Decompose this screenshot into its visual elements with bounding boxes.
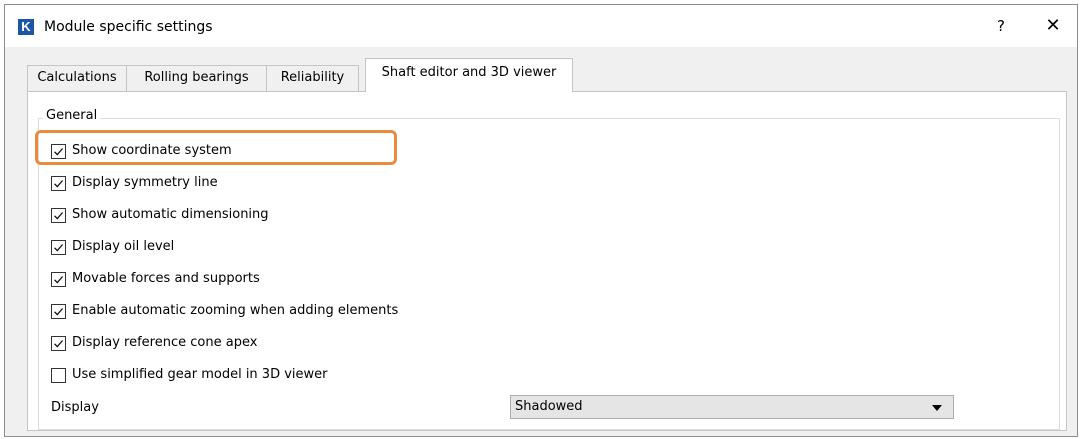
tab-rolling-bearings[interactable]: Rolling bearings <box>126 65 267 91</box>
tab-bar: Calculations Rolling bearings Reliabilit… <box>27 58 1067 92</box>
show-coordinate-system-checkbox[interactable]: Show coordinate system <box>51 141 232 161</box>
display-mode-value: Shadowed <box>515 399 583 414</box>
checkbox-checked-icon[interactable] <box>51 207 66 223</box>
close-button[interactable]: ✕ <box>1041 14 1065 38</box>
general-group-legend: General <box>43 107 101 125</box>
checkbox-label: Enable automatic zooming when adding ele… <box>72 303 399 318</box>
checkbox-checked-icon[interactable] <box>51 303 66 319</box>
tab-shaft-editor-3d-viewer[interactable]: Shaft editor and 3D viewer <box>365 58 573 92</box>
checkbox-label: Display oil level <box>72 239 175 254</box>
app-logo-icon: K <box>18 19 34 35</box>
dropdown-arrow-icon[interactable] <box>932 405 942 411</box>
dialog-title: Module specific settings <box>44 19 213 35</box>
checkbox-checked-icon[interactable] <box>51 175 66 191</box>
tab-panel: General Show coordinate system Display s… <box>27 91 1067 431</box>
checkbox-label: Use simplified gear model in 3D viewer <box>72 367 328 382</box>
checkbox-label: Display symmetry line <box>72 175 218 190</box>
show-automatic-dimensioning-checkbox[interactable]: Show automatic dimensioning <box>51 205 269 225</box>
movable-forces-supports-checkbox[interactable]: Movable forces and supports <box>51 269 260 289</box>
use-simplified-gear-model-checkbox[interactable]: Use simplified gear model in 3D viewer <box>51 365 328 385</box>
display-symmetry-line-checkbox[interactable]: Display symmetry line <box>51 173 218 193</box>
title-bar: K Module specific settings ? ✕ <box>5 5 1077 47</box>
checkbox-checked-icon[interactable] <box>51 143 66 159</box>
display-mode-select[interactable]: Shadowed <box>510 395 954 419</box>
checkbox-label: Show automatic dimensioning <box>72 207 269 222</box>
display-label: Display <box>51 400 99 415</box>
checkbox-checked-icon[interactable] <box>51 239 66 255</box>
tab-calculations[interactable]: Calculations <box>27 65 127 91</box>
enable-automatic-zooming-checkbox[interactable]: Enable automatic zooming when adding ele… <box>51 301 398 321</box>
display-oil-level-checkbox[interactable]: Display oil level <box>51 237 174 257</box>
tab-reliability[interactable]: Reliability <box>266 65 359 91</box>
display-reference-cone-apex-checkbox[interactable]: Display reference cone apex <box>51 333 257 353</box>
checkbox-label: Display reference cone apex <box>72 335 258 350</box>
help-button[interactable]: ? <box>991 16 1011 36</box>
checkbox-checked-icon[interactable] <box>51 271 66 287</box>
checkbox-unchecked-icon[interactable] <box>51 367 66 383</box>
checkbox-label: Movable forces and supports <box>72 271 260 286</box>
checkbox-checked-icon[interactable] <box>51 335 66 351</box>
checkbox-label: Show coordinate system <box>72 143 232 158</box>
